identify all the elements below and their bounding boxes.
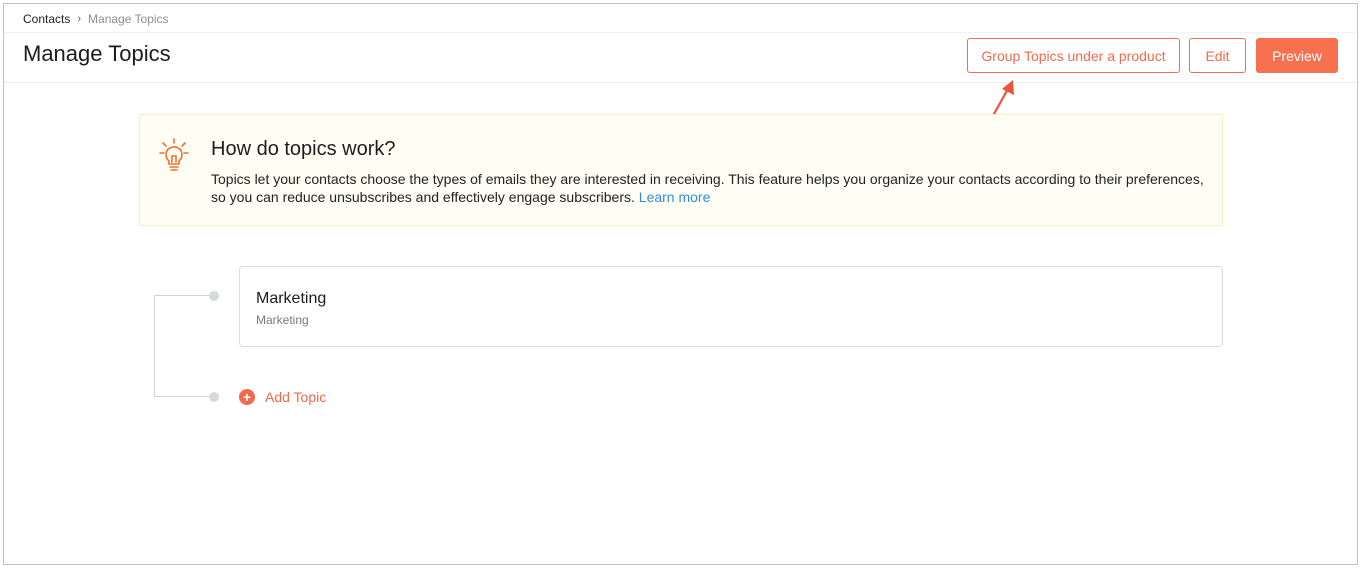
info-box: How do topics work? Topics let your cont… bbox=[139, 114, 1223, 226]
topic-name: Marketing bbox=[256, 290, 327, 307]
edit-button[interactable]: Edit bbox=[1189, 38, 1246, 73]
chevron-right-icon: › bbox=[77, 13, 82, 25]
info-description: Topics let your contacts choose the type… bbox=[211, 171, 1221, 206]
topic-description: Marketing bbox=[256, 313, 309, 327]
topic-card[interactable]: Marketing Marketing bbox=[239, 266, 1223, 347]
breadcrumb: Contacts › Manage Topics bbox=[23, 12, 169, 26]
tree-node-dot bbox=[209, 392, 219, 402]
lightbulb-icon bbox=[159, 138, 189, 171]
tree-connector-branch bbox=[154, 396, 212, 397]
breadcrumb-current: Manage Topics bbox=[88, 12, 169, 26]
breadcrumb-contacts-link[interactable]: Contacts bbox=[23, 12, 70, 26]
preview-button[interactable]: Preview bbox=[1256, 38, 1338, 73]
header-divider bbox=[4, 82, 1357, 83]
plus-circle-icon: + bbox=[239, 389, 255, 405]
group-topics-button[interactable]: Group Topics under a product bbox=[967, 38, 1180, 73]
page-frame: Contacts › Manage Topics Manage Topics G… bbox=[3, 3, 1358, 565]
tree-node-dot bbox=[209, 291, 219, 301]
add-topic-label: Add Topic bbox=[265, 389, 327, 405]
breadcrumb-divider bbox=[4, 32, 1357, 33]
add-topic-button[interactable]: + Add Topic bbox=[239, 388, 326, 406]
tree-connector bbox=[154, 295, 155, 397]
tree-connector-branch bbox=[154, 295, 212, 296]
learn-more-link[interactable]: Learn more bbox=[639, 189, 711, 205]
info-title: How do topics work? bbox=[211, 138, 396, 160]
page-title: Manage Topics bbox=[23, 41, 171, 66]
